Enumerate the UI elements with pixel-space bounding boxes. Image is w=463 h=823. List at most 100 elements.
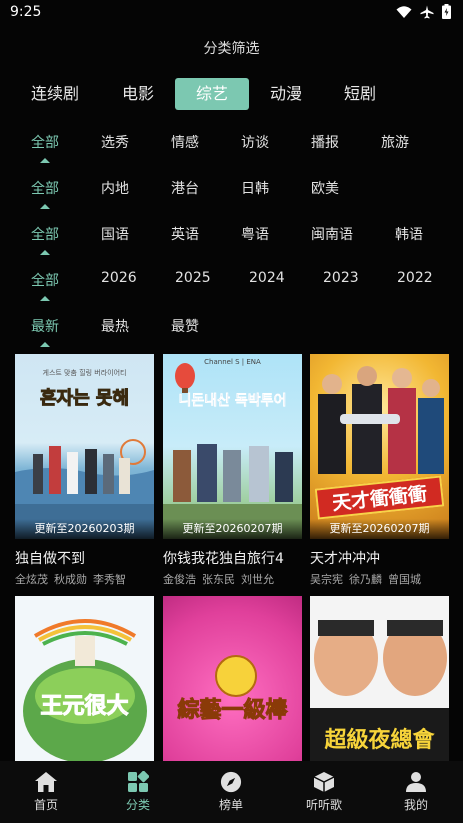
nav-music[interactable]: 听听歌 [294, 771, 354, 813]
filter-region-all[interactable]: 全部 [31, 178, 59, 198]
poster-logo-text: 綜藝一級棒 [177, 698, 288, 724]
user-icon [406, 772, 426, 792]
sort-most-liked[interactable]: 最赞 [171, 316, 199, 336]
filter-year-2025[interactable]: 2025 [175, 270, 211, 286]
cube-icon [313, 772, 335, 792]
update-badge: 更新至20260203期 [15, 519, 154, 539]
tab-movie[interactable]: 电影 [108, 78, 168, 110]
nav-ranking[interactable]: 榜单 [201, 771, 261, 813]
poster-subtitle: 게스트 맞춤 힐링 버라이어티 [42, 369, 127, 377]
battery-icon [442, 4, 451, 19]
filter-row-sort: 最新 最热 最赞 [0, 316, 463, 350]
update-badge: 更新至20260207期 [310, 519, 449, 539]
airplane-icon [420, 5, 434, 18]
cast-name: 徐乃麟 [349, 573, 382, 586]
show-cast: 金俊浩 张东民 刘世允 [163, 571, 280, 587]
filter-year-all[interactable]: 全部 [31, 270, 59, 290]
show-card[interactable]: 超級夜總會 [310, 596, 449, 761]
poster-logo-text: 王元很大 [40, 694, 129, 720]
filter-region-jpkr[interactable]: 日韩 [241, 178, 269, 198]
poster-image[interactable]: 綜藝一級棒 [163, 596, 302, 761]
filter-genre-romance[interactable]: 情感 [171, 132, 199, 152]
tab-short-drama[interactable]: 短剧 [332, 78, 388, 110]
cast-name: 刘世允 [241, 573, 274, 586]
nav-home-label: 首页 [33, 798, 58, 812]
tab-variety[interactable]: 综艺 [175, 78, 249, 110]
poster-image[interactable]: 天才衝衝衝 更新至20260207期 [310, 354, 449, 539]
filter-region-mainland[interactable]: 内地 [101, 178, 129, 198]
filter-language-all[interactable]: 全部 [31, 224, 59, 244]
nav-profile-label: 我的 [403, 798, 428, 812]
poster-art [23, 619, 147, 761]
filter-language-cantonese[interactable]: 粤语 [241, 224, 269, 244]
poster-logo-text: 니돈내산 독박투어 [178, 393, 287, 410]
filter-year-2023[interactable]: 2023 [323, 270, 359, 286]
filter-year-2024[interactable]: 2024 [249, 270, 285, 286]
poster-art [163, 363, 302, 539]
selected-caret-icon [40, 158, 50, 163]
filter-genre-all[interactable]: 全部 [31, 132, 59, 152]
poster-logo-text: 혼자는 못해 [39, 388, 130, 410]
show-card[interactable]: 王元很大 [15, 596, 154, 761]
cast-name: 金俊浩 [163, 573, 196, 586]
cast-name: 李秀智 [93, 573, 126, 586]
selected-caret-icon [40, 296, 50, 301]
nav-profile[interactable]: 我的 [386, 771, 446, 813]
poster-image[interactable]: 超級夜總會 [310, 596, 449, 761]
category-tabs: 连续剧 电影 综艺 动漫 短剧 [0, 78, 463, 110]
selected-caret-icon [40, 250, 50, 255]
poster-art [15, 439, 154, 539]
show-title[interactable]: 你钱我花独自旅行4 [163, 548, 284, 568]
selected-caret-icon [40, 342, 50, 347]
filter-genre-interview[interactable]: 访谈 [241, 132, 269, 152]
nav-category[interactable]: 分类 [108, 771, 168, 813]
category-icon [128, 771, 149, 792]
filter-year-2026[interactable]: 2026 [101, 270, 137, 286]
cast-name: 秋成勋 [54, 573, 87, 586]
sort-newest[interactable]: 最新 [31, 316, 59, 336]
filter-row-region: 全部 内地 港台 日韩 欧美 [0, 178, 463, 212]
poster-image[interactable]: 게스트 맞춤 힐링 버라이어티 혼자는 못해 更新至20260203期 [15, 354, 154, 539]
filter-year-2022[interactable]: 2022 [397, 270, 433, 286]
filter-genre-talent[interactable]: 选秀 [101, 132, 129, 152]
poster-subtitle: Channel S | ENA [204, 358, 261, 366]
filter-row-language: 全部 国语 英语 粤语 闽南语 韩语 [0, 224, 463, 258]
show-card[interactable]: 綜藝一級棒 [163, 596, 302, 761]
filter-region-hktw[interactable]: 港台 [171, 178, 199, 198]
selected-caret-icon [40, 204, 50, 209]
filter-genre-travel[interactable]: 旅游 [381, 132, 409, 152]
filter-language-hokkien[interactable]: 闽南语 [311, 224, 353, 244]
compass-icon [220, 771, 242, 793]
cast-name: 曾国城 [388, 573, 421, 586]
tab-anime[interactable]: 动漫 [258, 78, 314, 110]
filter-language-english[interactable]: 英语 [171, 224, 199, 244]
poster-art [215, 655, 257, 697]
tab-tv-series[interactable]: 连续剧 [22, 78, 88, 110]
status-time: 9:25 [10, 4, 42, 20]
cast-name: 吴宗宪 [310, 573, 343, 586]
nav-home[interactable]: 首页 [16, 771, 76, 813]
sort-hottest[interactable]: 最热 [101, 316, 129, 336]
filter-language-korean[interactable]: 韩语 [395, 224, 423, 244]
poster-image[interactable]: 王元很大 [15, 596, 154, 761]
show-cast: 全炫茂 秋成勋 李秀智 [15, 571, 132, 587]
filter-region-west[interactable]: 欧美 [311, 178, 339, 198]
nav-category-label: 分类 [125, 798, 150, 812]
page-title: 分类筛选 [203, 41, 260, 57]
poster-image[interactable]: Channel S | ENA 니돈내산 독박투어 更新至20260207期 [163, 354, 302, 539]
poster-logo-text: 超級夜總會 [324, 728, 435, 753]
show-cast: 吴宗宪 徐乃麟 曾国城 [310, 571, 427, 587]
cast-name: 全炫茂 [15, 573, 48, 586]
nav-music-label: 听听歌 [305, 798, 342, 812]
cast-name: 张东民 [202, 573, 235, 586]
status-icons [396, 4, 451, 19]
show-title[interactable]: 天才冲冲冲 [310, 548, 380, 568]
filter-row-genre: 全部 选秀 情感 访谈 播报 旅游 [0, 132, 463, 166]
status-bar: 9:25 [0, 0, 463, 26]
filter-language-mandarin[interactable]: 国语 [101, 224, 129, 244]
filter-genre-news[interactable]: 播报 [311, 132, 339, 152]
filter-row-year: 全部 2026 2025 2024 2023 2022 [0, 270, 463, 304]
show-title[interactable]: 独自做不到 [15, 548, 85, 568]
home-icon [35, 772, 57, 792]
wifi-icon [396, 5, 412, 18]
